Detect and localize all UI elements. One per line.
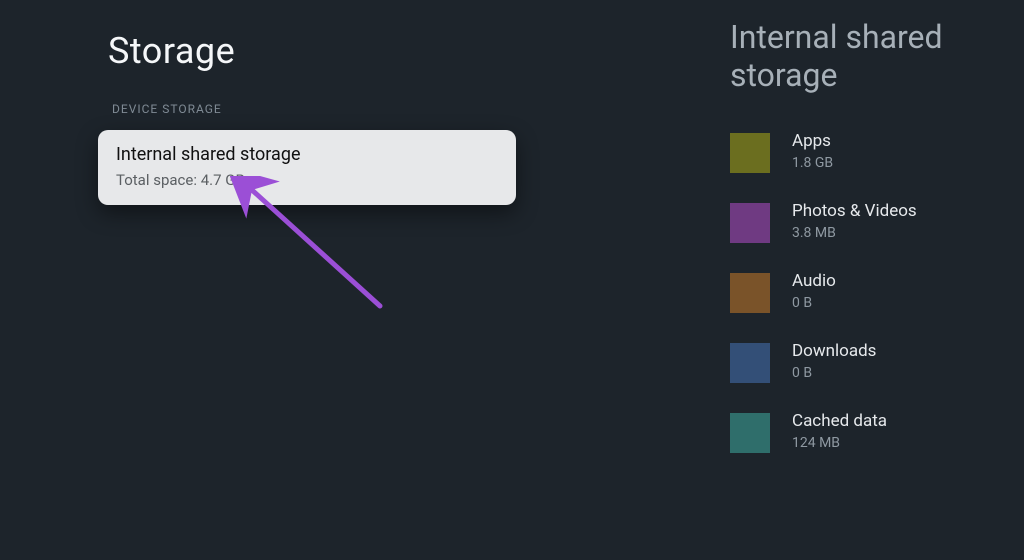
category-size: 0 B [792,365,876,381]
page-title: Storage [108,30,620,72]
category-label: Audio [792,271,836,291]
detail-title: Internal shared storage [730,18,1010,95]
internal-storage-card[interactable]: Internal shared storage Total space: 4.7… [98,130,516,205]
card-title: Internal shared storage [116,144,498,165]
category-row[interactable]: Cached data 124 MB [730,411,1010,453]
right-panel: Internal shared storage Apps 1.8 GB Photos… [730,18,1010,481]
category-text: Cached data 124 MB [792,411,887,451]
card-subtitle: Total space: 4.7 GB [116,171,498,189]
color-swatch-icon [730,273,770,313]
category-row[interactable]: Audio 0 B [730,271,1010,313]
category-size: 1.8 GB [792,155,833,171]
category-row[interactable]: Photos & Videos 3.8 MB [730,201,1010,243]
category-size: 124 MB [792,435,887,451]
left-panel: Storage DEVICE STORAGE Internal shared s… [0,0,620,205]
category-label: Cached data [792,411,887,431]
category-row[interactable]: Downloads 0 B [730,341,1010,383]
category-text: Downloads 0 B [792,341,876,381]
color-swatch-icon [730,343,770,383]
color-swatch-icon [730,133,770,173]
section-label-device-storage: DEVICE STORAGE [112,102,620,116]
category-label: Downloads [792,341,876,361]
category-list: Apps1.8 GBPhotos & Videos3.8 MBAudio0 BD… [730,131,1010,453]
category-label: Photos & Videos [792,201,917,221]
color-swatch-icon [730,413,770,453]
category-row[interactable]: Apps 1.8 GB [730,131,1010,173]
category-text: Photos & Videos 3.8 MB [792,201,917,241]
category-text: Apps 1.8 GB [792,131,833,171]
category-text: Audio 0 B [792,271,836,311]
category-size: 3.8 MB [792,225,917,241]
category-size: 0 B [792,295,836,311]
category-label: Apps [792,131,833,151]
color-swatch-icon [730,203,770,243]
